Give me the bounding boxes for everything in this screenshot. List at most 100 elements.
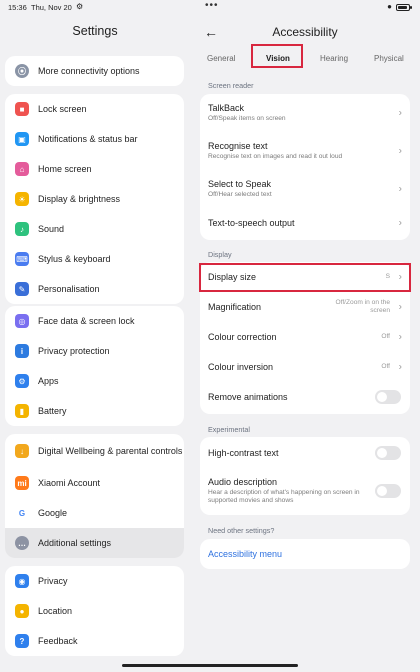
colour-inversion-item[interactable]: Colour inversion Off ›	[200, 352, 410, 382]
keyboard-icon: ⌨	[15, 252, 29, 266]
settings-group: ⦿ More connectivity options	[5, 56, 184, 86]
audio-description-toggle[interactable]	[375, 484, 401, 498]
high-contrast-title: High-contrast text	[208, 448, 279, 458]
settings-item-label: Digital Wellbeing & parental controls	[38, 445, 183, 456]
chevron-right-icon: ›	[398, 301, 402, 313]
settings-item-label: More connectivity options	[38, 65, 140, 76]
high-contrast-toggle[interactable]	[375, 446, 401, 460]
settings-group: ◎ Face data & screen lock i Privacy protect…	[5, 306, 184, 426]
settings-item[interactable]: i Privacy protection	[5, 336, 184, 366]
chevron-right-icon: ›	[398, 107, 402, 119]
select-to-speak-item[interactable]: Select to Speak Off/Hear selected text ›	[200, 170, 410, 208]
settings-item-label: Stylus & keyboard	[38, 253, 111, 264]
settings-item-label: Location	[38, 605, 73, 616]
eye-icon: ◉	[15, 574, 29, 588]
wifi-icon: ●	[387, 2, 392, 11]
audio-description-item: Audio description Hear a description of …	[200, 469, 410, 513]
chevron-right-icon: ›	[398, 145, 402, 157]
accessibility-menu-item[interactable]: Accessibility menu	[200, 539, 410, 569]
lock-icon: ■	[15, 102, 29, 116]
talkback-item[interactable]: TalkBack Off/Speak items on screen ›	[200, 94, 410, 132]
home-icon: ⌂	[15, 162, 29, 176]
settings-item-label: Lock screen	[38, 103, 87, 114]
battery-status-icon	[396, 3, 412, 11]
remove-animations-item: Remove animations	[200, 382, 410, 412]
tts-title: Text-to-speech output	[208, 218, 295, 228]
settings-item[interactable]: ▣ Notifications & status bar	[5, 124, 184, 154]
talkback-sub: Off/Speak items on screen	[208, 115, 286, 122]
settings-item-label: Privacy	[38, 575, 68, 586]
settings-item-label: Home screen	[38, 163, 92, 174]
magnification-item[interactable]: Magnification Off/Zoom in on the screen …	[200, 292, 410, 322]
wellbeing-icon: ↓	[15, 444, 29, 458]
settings-pane: Settings ⦿ More connectivity options ■ Lock…	[0, 16, 190, 672]
recognise-title: Recognise text	[208, 141, 268, 151]
settings-item[interactable]: ? Feedback	[5, 626, 184, 656]
location-icon: ●	[15, 604, 29, 618]
section-experimental: Experimental	[208, 425, 250, 434]
settings-item-label: Google	[38, 507, 68, 518]
accessibility-pane: ← Accessibility General Vision Hearing P…	[190, 16, 420, 672]
section-need-other: Need other settings?	[208, 526, 275, 535]
select-to-speak-title: Select to Speak	[208, 179, 272, 189]
notification-icon: ▣	[15, 132, 29, 146]
settings-title: Settings	[72, 24, 118, 38]
settings-item[interactable]: ✎ Personalisation	[5, 274, 184, 304]
colour-correction-title: Colour correction	[208, 332, 277, 342]
status-right: ●	[387, 2, 412, 11]
multitask-dots[interactable]: •••	[205, 0, 219, 11]
settings-item[interactable]: G Google	[5, 498, 184, 528]
tts-item[interactable]: Text-to-speech output ›	[200, 208, 410, 238]
settings-item[interactable]: ▮ Battery	[5, 396, 184, 426]
colour-correction-item[interactable]: Colour correction Off ›	[200, 322, 410, 352]
google-icon: G	[15, 506, 29, 520]
privacy-icon: i	[15, 344, 29, 358]
status-bar: 15:36 Thu, Nov 20 ⚙ ••• ●	[0, 0, 420, 16]
settings-item[interactable]: ♪ Sound	[5, 214, 184, 244]
tab-general[interactable]: General	[207, 54, 235, 63]
tab-physical[interactable]: Physical	[374, 54, 404, 63]
chevron-right-icon: ›	[398, 183, 402, 195]
settings-item[interactable]: ⚙ Apps	[5, 366, 184, 396]
experimental-group: High-contrast text Audio description Hea…	[200, 437, 410, 515]
colour-correction-value: Off	[381, 333, 390, 340]
mi-account-icon: mi	[15, 476, 29, 490]
settings-item[interactable]: mi Xiaomi Account	[5, 468, 184, 498]
remove-animations-title: Remove animations	[208, 392, 288, 402]
more-icon: …	[15, 536, 29, 550]
battery-icon: ▮	[15, 404, 29, 418]
section-screen-reader: Screen reader	[208, 81, 254, 90]
home-indicator[interactable]	[122, 664, 298, 667]
settings-item[interactable]: ● Location	[5, 596, 184, 626]
settings-item[interactable]: ■ Lock screen	[5, 94, 184, 124]
page-title: Accessibility	[272, 25, 338, 39]
screen-reader-group: TalkBack Off/Speak items on screen › Rec…	[200, 94, 410, 240]
settings-item[interactable]: ⌂ Home screen	[5, 154, 184, 184]
settings-item[interactable]: ◎ Face data & screen lock	[5, 306, 184, 336]
select-to-speak-sub: Off/Hear selected text	[208, 191, 272, 198]
settings-group: ■ Lock screen ▣ Notifications & status bar ⌂…	[5, 94, 184, 304]
settings-item[interactable]: … Additional settings	[5, 528, 184, 558]
settings-group: ◉ Privacy ● Location ? Feedback	[5, 566, 184, 656]
settings-item-label: Xiaomi Account	[38, 477, 101, 488]
remove-animations-toggle[interactable]	[375, 390, 401, 404]
accessibility-menu-link[interactable]: Accessibility menu	[208, 549, 402, 559]
apps-icon: ⚙	[15, 374, 29, 388]
settings-item[interactable]: ⌨ Stylus & keyboard	[5, 244, 184, 274]
recognise-text-item[interactable]: Recognise text Recognise text on images …	[200, 132, 410, 170]
settings-item-label: Privacy protection	[38, 345, 110, 356]
highlight-box-display-size	[199, 263, 411, 292]
section-display: Display	[208, 250, 232, 259]
other-settings-group: Accessibility menu	[200, 539, 410, 569]
notification-status-icon: ⚙	[76, 2, 84, 11]
chevron-right-icon: ›	[398, 361, 402, 373]
settings-item[interactable]: ☀ Display & brightness	[5, 184, 184, 214]
settings-item-label: Additional settings	[38, 537, 112, 548]
brush-icon: ✎	[15, 282, 29, 296]
tab-hearing[interactable]: Hearing	[320, 54, 348, 63]
settings-item-label: Notifications & status bar	[38, 133, 138, 144]
chevron-right-icon: ›	[398, 217, 402, 229]
settings-item[interactable]: ◉ Privacy	[5, 566, 184, 596]
settings-item[interactable]: ↓ Digital Wellbeing & parental controls	[5, 434, 184, 468]
settings-item[interactable]: ⦿ More connectivity options	[5, 56, 184, 86]
